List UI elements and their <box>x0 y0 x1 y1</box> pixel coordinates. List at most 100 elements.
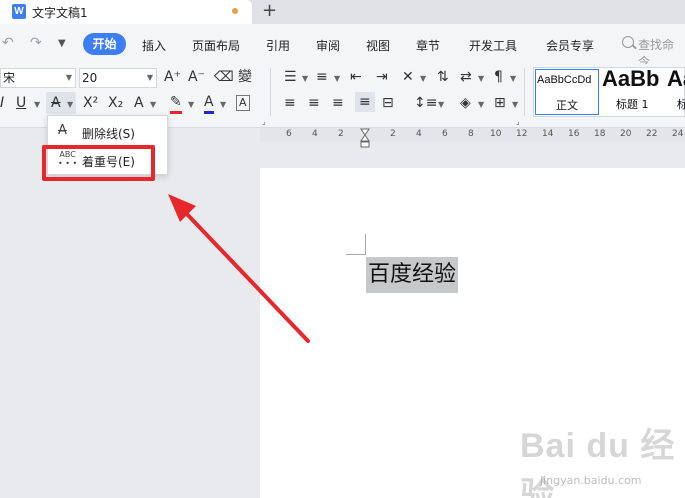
chevron-down-icon[interactable]: ▼ <box>478 100 484 109</box>
ruler-tick-label: 22 <box>646 129 658 139</box>
ruler-tick-label: 4 <box>416 129 422 139</box>
ruler-tick-label: 4 <box>312 129 318 139</box>
ribbon-separator <box>270 68 271 116</box>
ruler-tick-label: 12 <box>516 129 528 139</box>
align-center-icon[interactable]: ≡ <box>308 95 320 111</box>
ruler-numbers: 6 4 2 2 4 6 8 10 12 14 16 18 20 22 24 <box>260 128 685 142</box>
shrink-font-icon[interactable]: A⁻ <box>188 69 205 85</box>
tab-view[interactable]: 视图 <box>366 37 390 54</box>
chevron-down-icon: ▼ <box>65 73 72 82</box>
chinese-layout-icon[interactable]: ✕ <box>402 69 414 85</box>
chevron-down-icon[interactable]: ▼ <box>334 74 340 83</box>
font-color-icon[interactable]: A <box>204 94 214 114</box>
tab-review[interactable]: 审阅 <box>316 37 340 54</box>
tab-home[interactable]: 开始 <box>83 33 126 55</box>
decrease-indent-icon[interactable]: ⇤ <box>350 69 362 85</box>
chevron-down-icon[interactable]: ▼ <box>220 100 226 109</box>
menu-item-strikethrough[interactable]: A 删除线(S) <box>48 119 167 145</box>
text-direction-icon[interactable]: ⇄ <box>460 69 472 85</box>
font-name-value: 宋 <box>3 71 16 85</box>
sort-icon[interactable]: ⇅ <box>437 69 449 85</box>
font-dialog-launcher-icon[interactable]: ⌟ <box>262 117 266 126</box>
search-icon[interactable] <box>622 36 634 48</box>
tab-bar: W 文字文稿1 + <box>0 0 685 24</box>
ruler-tick-label: 16 <box>568 129 580 139</box>
ruler-tick-label: 6 <box>442 129 448 139</box>
shading-icon[interactable]: ◈ <box>460 95 471 111</box>
writer-doc-icon: W <box>12 4 26 19</box>
subscript-icon[interactable]: X₂ <box>108 95 123 111</box>
ruler-tick-label: 2 <box>338 129 344 139</box>
ruler-tick-label: 14 <box>542 129 554 139</box>
underline-icon[interactable]: U <box>16 95 26 111</box>
style-heading1-label: 标题 1 <box>616 98 649 111</box>
clear-format-icon[interactable]: ⌫ <box>214 69 234 85</box>
chevron-down-icon[interactable]: ▼ <box>510 74 516 83</box>
phonetic-guide-icon[interactable]: 變 <box>238 69 252 85</box>
tab-insert[interactable]: 插入 <box>142 37 166 54</box>
grow-font-icon[interactable]: A⁺ <box>164 69 181 85</box>
text-effect-icon[interactable]: A <box>134 95 144 111</box>
menu-item-label: 删除线(S) <box>82 127 135 141</box>
quick-access-dropdown-icon[interactable]: ▼ <box>58 38 66 49</box>
chevron-down-icon: ▼ <box>146 73 153 82</box>
chevron-down-icon: ▼ <box>67 100 74 109</box>
tab-section[interactable]: 章节 <box>416 37 440 54</box>
chevron-down-icon[interactable]: ▼ <box>150 100 156 109</box>
ruler-tick-label: 10 <box>490 129 502 139</box>
annotation-highlight-box <box>42 145 155 181</box>
strikethrough-button[interactable]: A ▼ <box>46 92 76 114</box>
watermark-url: jingyan.baidu.com <box>540 474 642 487</box>
ruler-tick-label: 24 <box>672 129 684 139</box>
ruler-tick-label: 2 <box>390 129 396 139</box>
numbered-list-icon[interactable]: ≡ <box>316 69 328 85</box>
ruler-tick-label: 18 <box>594 129 606 139</box>
redo-icon[interactable]: ↷ <box>30 35 42 51</box>
style-heading2-label: 标 <box>677 98 685 111</box>
borders-icon[interactable]: ⊞ <box>494 95 506 111</box>
style-heading2-sample[interactable]: Aa <box>667 66 685 92</box>
increase-indent-icon[interactable]: ⇥ <box>376 69 388 85</box>
justify-icon[interactable]: ≡ <box>355 92 375 112</box>
chevron-down-icon[interactable]: ▼ <box>438 100 444 109</box>
superscript-icon[interactable]: X² <box>83 95 98 111</box>
strikethrough-icon: A <box>58 123 67 138</box>
ruler-tick-label: 8 <box>468 129 474 139</box>
highlight-color-icon[interactable]: ✎ <box>170 94 182 114</box>
tab-references[interactable]: 引用 <box>266 37 290 54</box>
tab-developer[interactable]: 开发工具 <box>469 37 517 54</box>
document-title: 文字文稿1 <box>32 6 88 20</box>
bullet-list-icon[interactable]: ☰ <box>284 69 297 85</box>
show-marks-icon[interactable]: ¶ <box>494 69 503 85</box>
italic-icon[interactable]: I <box>0 95 4 111</box>
chevron-down-icon[interactable]: ▼ <box>188 100 194 109</box>
chevron-down-icon[interactable]: ▼ <box>478 74 484 83</box>
chevron-down-icon[interactable]: ▼ <box>302 74 308 83</box>
style-normal-label: 正文 <box>556 99 578 112</box>
undo-icon[interactable]: ↶ <box>2 35 14 51</box>
strikethrough-icon: A <box>51 95 61 111</box>
distributed-icon[interactable]: ⊟ <box>382 95 394 111</box>
align-right-icon[interactable]: ≡ <box>332 95 344 111</box>
tab-page-layout[interactable]: 页面布局 <box>192 37 240 54</box>
align-left-icon[interactable]: ≡ <box>284 95 296 111</box>
font-name-select[interactable]: 宋 ▼ <box>0 68 76 88</box>
style-normal-sample: AaBbCcDd <box>537 74 592 86</box>
style-heading1-sample[interactable]: AaBb <box>602 66 659 92</box>
document-tab[interactable]: W 文字文稿1 <box>0 0 252 24</box>
selected-document-text[interactable]: 百度经验 <box>366 257 459 293</box>
style-normal[interactable]: AaBbCcDd 正文 <box>535 69 599 115</box>
ruler-tick-label: 20 <box>620 129 632 139</box>
chevron-down-icon[interactable]: ▼ <box>420 74 426 83</box>
tab-member[interactable]: 会员专享 <box>546 37 594 54</box>
paragraph-dialog-launcher-icon[interactable]: ⌟ <box>516 117 520 126</box>
ribbon-separator <box>524 68 525 116</box>
chevron-down-icon[interactable]: ▼ <box>512 100 518 109</box>
char-border-icon[interactable]: A <box>236 95 250 111</box>
line-spacing-icon[interactable]: ↕≡ <box>414 95 437 111</box>
indent-marker-icon[interactable] <box>360 128 370 148</box>
chevron-down-icon[interactable]: ▼ <box>34 100 40 109</box>
font-size-select[interactable]: 20 ▼ <box>79 68 157 88</box>
new-tab-button[interactable]: + <box>262 0 277 22</box>
ruler-tick-label: 6 <box>286 129 292 139</box>
